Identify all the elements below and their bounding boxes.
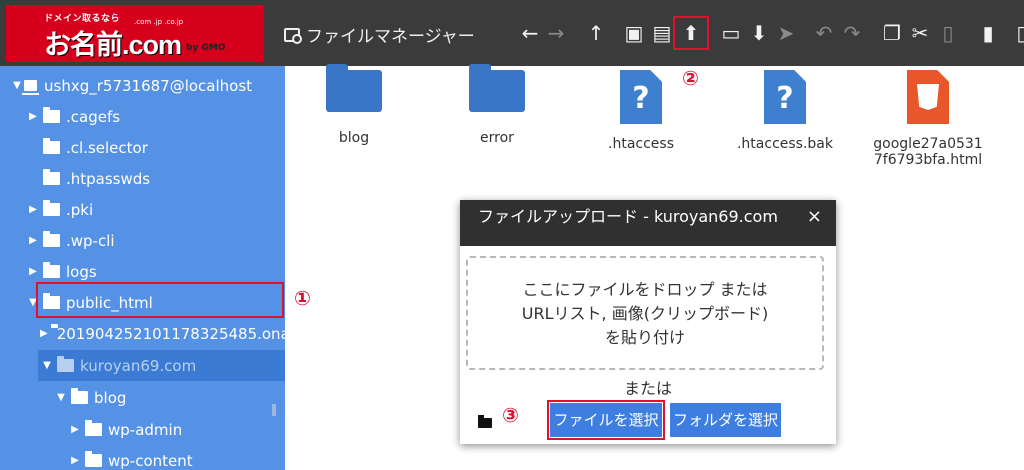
folder-icon xyxy=(43,231,60,247)
close-icon[interactable]: × xyxy=(807,206,822,228)
html5-icon xyxy=(907,70,949,124)
folder-icon xyxy=(43,138,60,154)
chevron-right-icon[interactable]: ▶ xyxy=(68,424,82,435)
folder-icon xyxy=(85,451,102,467)
highlight-box-1 xyxy=(36,282,284,318)
marker-1: ① xyxy=(294,286,311,310)
file-manager-icon xyxy=(284,27,302,44)
tree-item-label: .cagefs xyxy=(66,107,121,126)
tree-item-label: kuroyan69.com xyxy=(80,356,197,375)
tree-root[interactable]: ▼ ushxg_r5731687@localhost xyxy=(0,70,285,101)
file-name: error xyxy=(480,130,514,146)
tree-item-label: .cl.selector xyxy=(66,138,148,157)
folder-tree: ▼ ushxg_r5731687@localhost ▶ .cagefs .cl… xyxy=(0,66,285,470)
chevron-down-icon[interactable]: ▼ xyxy=(40,360,54,371)
folder-open-icon xyxy=(57,356,74,372)
drop-text-2: URLリスト, 画像(クリップボード) xyxy=(521,304,769,323)
folder-icon xyxy=(478,415,492,428)
unknown-file-icon: ? xyxy=(764,70,806,124)
tree-item-cagefs[interactable]: ▶ .cagefs xyxy=(0,101,285,132)
chevron-down-icon[interactable]: ▼ xyxy=(54,392,68,403)
open-button[interactable]: ▭ xyxy=(719,22,743,44)
tree-item-kuroyan69[interactable]: ▼ kuroyan69.com xyxy=(38,350,285,381)
tree-item-cl-selector[interactable]: .cl.selector xyxy=(0,132,285,163)
tree-item-wp-admin[interactable]: ▶ wp-admin xyxy=(0,414,285,445)
tree-item-label: logs xyxy=(66,262,97,281)
tree-item-label: blog xyxy=(94,388,127,407)
cut-button[interactable]: ✂ xyxy=(908,22,932,44)
chevron-right-icon[interactable]: ▶ xyxy=(26,266,40,277)
file-item-google-html[interactable]: google27a05317f6793bfa.html xyxy=(863,70,993,168)
scrollbar-thumb[interactable] xyxy=(272,404,276,416)
file-item-blog[interactable]: blog xyxy=(289,64,419,146)
folder-icon xyxy=(326,64,382,112)
logo-name: お名前.com xyxy=(44,30,182,60)
tree-item-wp-content[interactable]: ▶ wp-content xyxy=(0,445,285,470)
tree-item-label: wp-admin xyxy=(108,420,183,439)
computer-icon xyxy=(22,80,39,95)
dialog-header: ファイルアップロード - kuroyan69.com × xyxy=(460,200,836,246)
forward-button[interactable]: → xyxy=(544,22,568,44)
redo-button[interactable]: ↷ xyxy=(840,22,864,44)
tree-root-label: ushxg_r5731687@localhost xyxy=(44,76,253,95)
file-item-htaccess[interactable]: ? .htaccess xyxy=(576,70,706,152)
new-file-button[interactable]: ▤ xyxy=(650,22,674,44)
tree-item-dated-folder[interactable]: ▶ 20190425210117832548​5.ona xyxy=(0,318,285,349)
copy-button[interactable]: ❐ xyxy=(880,22,904,44)
dialog-title: ファイルアップロード - kuroyan69.com xyxy=(478,207,778,226)
drop-text-3: を貼り付け xyxy=(604,328,685,347)
tree-item-label: .pki xyxy=(66,200,94,219)
tree-item-label: 20190425210117832548​5.ona xyxy=(56,324,285,343)
folder-icon xyxy=(43,200,60,216)
chevron-right-icon[interactable]: ▶ xyxy=(40,328,48,339)
upload-button[interactable]: ⬆ xyxy=(673,16,709,50)
chevron-right-icon[interactable]: ▶ xyxy=(68,455,82,466)
chevron-right-icon[interactable]: ▶ xyxy=(26,204,40,215)
app-title: ファイルマネージャー xyxy=(284,22,475,47)
chevron-down-icon: ▼ xyxy=(13,80,21,91)
select-files-button[interactable]: ファイルを選択 xyxy=(547,400,665,440)
tree-item-label: .wp-cli xyxy=(66,231,115,250)
chevron-right-icon[interactable]: ▶ xyxy=(26,111,40,122)
file-name: blog xyxy=(338,130,370,146)
file-item-htaccess-bak[interactable]: ? .htaccess.bak xyxy=(720,70,850,152)
back-button[interactable]: ← xyxy=(518,22,542,44)
more-button[interactable]: ▯ xyxy=(1010,22,1024,44)
folder-icon xyxy=(469,64,525,112)
file-item-error[interactable]: error xyxy=(432,64,562,146)
logo: ドメイン取るなら .com .jp .co.jp お名前.com by GMO xyxy=(6,5,264,62)
tree-item-wp-cli[interactable]: ▶ .wp-cli xyxy=(0,225,285,256)
or-label: または xyxy=(623,379,672,398)
upload-dialog: ファイルアップロード - kuroyan69.com × ここにファイルをドロッ… xyxy=(460,200,836,444)
up-button[interactable]: ↑ xyxy=(584,22,608,44)
tree-item-pki[interactable]: ▶ .pki xyxy=(0,194,285,225)
undo-button[interactable]: ↶ xyxy=(812,22,836,44)
folder-icon xyxy=(43,107,60,123)
file-name: .htaccess xyxy=(608,136,674,152)
app-title-text: ファイルマネージャー xyxy=(306,27,475,47)
select-folder-button[interactable]: フォルダを選択 xyxy=(670,403,781,437)
tree-item-blog[interactable]: ▼ blog xyxy=(0,382,285,413)
folder-icon xyxy=(71,388,88,404)
unknown-file-icon: ? xyxy=(620,70,662,124)
marker-3: ③ xyxy=(502,403,519,427)
folder-icon xyxy=(43,169,60,185)
tree-item-label: .htpasswds xyxy=(66,169,151,188)
select-button[interactable]: ➤ xyxy=(774,22,798,44)
tree-item-htpasswds[interactable]: .htpasswds xyxy=(0,163,285,194)
paste-button[interactable]: ▯ xyxy=(936,22,960,44)
logo-company: by GMO xyxy=(186,43,226,53)
download-button[interactable]: ⬇ xyxy=(747,22,771,44)
delete-button[interactable]: ▮ xyxy=(976,22,1000,44)
folder-icon xyxy=(85,420,102,436)
top-bar: ドメイン取るなら .com .jp .co.jp お名前.com by GMO … xyxy=(0,0,1024,66)
drop-zone[interactable]: ここにファイルをドロップ または URLリスト, 画像(クリップボード) を貼り… xyxy=(466,256,824,370)
file-name: .htaccess.bak xyxy=(736,136,833,152)
new-folder-button[interactable]: ▣ xyxy=(622,22,646,44)
file-name: google27a05317f6793bfa.html xyxy=(873,136,983,168)
folder-icon xyxy=(43,262,60,278)
chevron-right-icon[interactable]: ▶ xyxy=(26,235,40,246)
tree-item-label: wp-content xyxy=(108,451,193,470)
drop-text-1: ここにファイルをドロップ または xyxy=(522,280,768,299)
